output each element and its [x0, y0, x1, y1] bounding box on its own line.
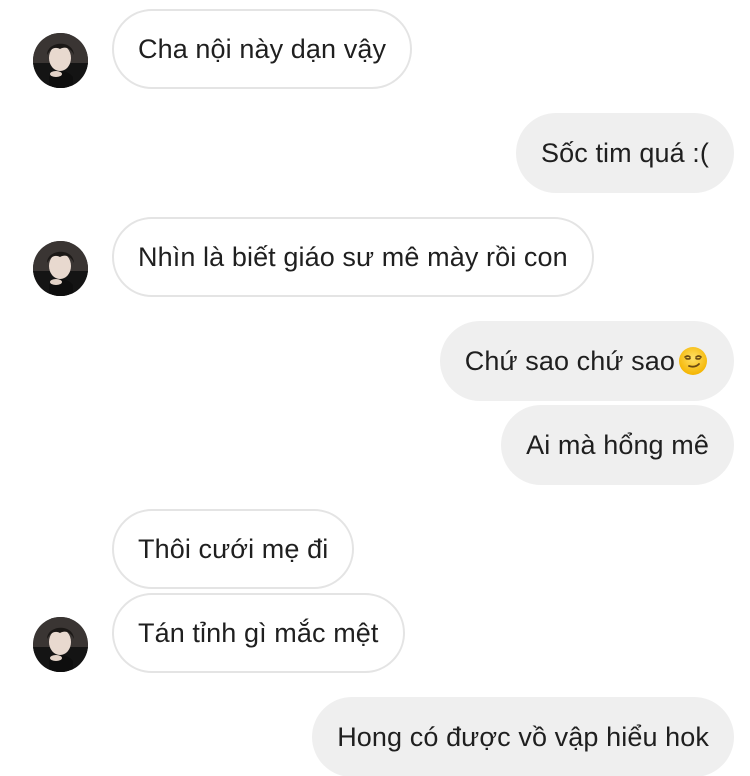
message-bubble-outgoing[interactable]: Chứ sao chứ sao — [439, 321, 734, 401]
message-bubble-incoming[interactable]: Nhìn là biết giáo sư mê mày rồi con — [112, 217, 594, 297]
contact-avatar[interactable] — [33, 33, 88, 88]
contact-avatar[interactable] — [33, 617, 88, 672]
avatar-photo-icon — [33, 241, 88, 296]
message-bubble-incoming[interactable]: Tán tỉnh gì mắc mệt — [112, 593, 405, 673]
chat-thread: Cha nội này dạn vậy Sốc tim quá :( Nhìn … — [0, 0, 750, 776]
message-text: Tán tỉnh gì mắc mệt — [138, 617, 379, 648]
message-text: Ai mà hổng mê — [526, 429, 709, 460]
message-text: Nhìn là biết giáo sư mê mày rồi con — [138, 241, 568, 272]
message-bubble-outgoing[interactable]: Hong có được vồ vập hiểu hok — [312, 697, 734, 776]
message-bubble-outgoing[interactable]: Sốc tim quá :( — [516, 113, 734, 193]
contact-avatar[interactable] — [33, 241, 88, 296]
avatar-photo-icon — [33, 33, 88, 88]
avatar-photo-icon — [33, 617, 88, 672]
smirking-face-emoji-icon — [677, 345, 709, 377]
message-bubble-incoming[interactable]: Cha nội này dạn vậy — [112, 9, 413, 89]
message-text: Cha nội này dạn vậy — [138, 33, 387, 64]
message-text: Sốc tim quá :( — [541, 137, 709, 168]
message-text: Chứ sao chứ sao — [464, 345, 675, 376]
message-bubble-incoming[interactable]: Thôi cưới mẹ đi — [112, 509, 355, 589]
message-text: Hong có được vồ vập hiểu hok — [337, 721, 709, 752]
message-bubble-outgoing[interactable]: Ai mà hổng mê — [501, 405, 734, 485]
message-text: Thôi cưới mẹ đi — [138, 533, 329, 564]
